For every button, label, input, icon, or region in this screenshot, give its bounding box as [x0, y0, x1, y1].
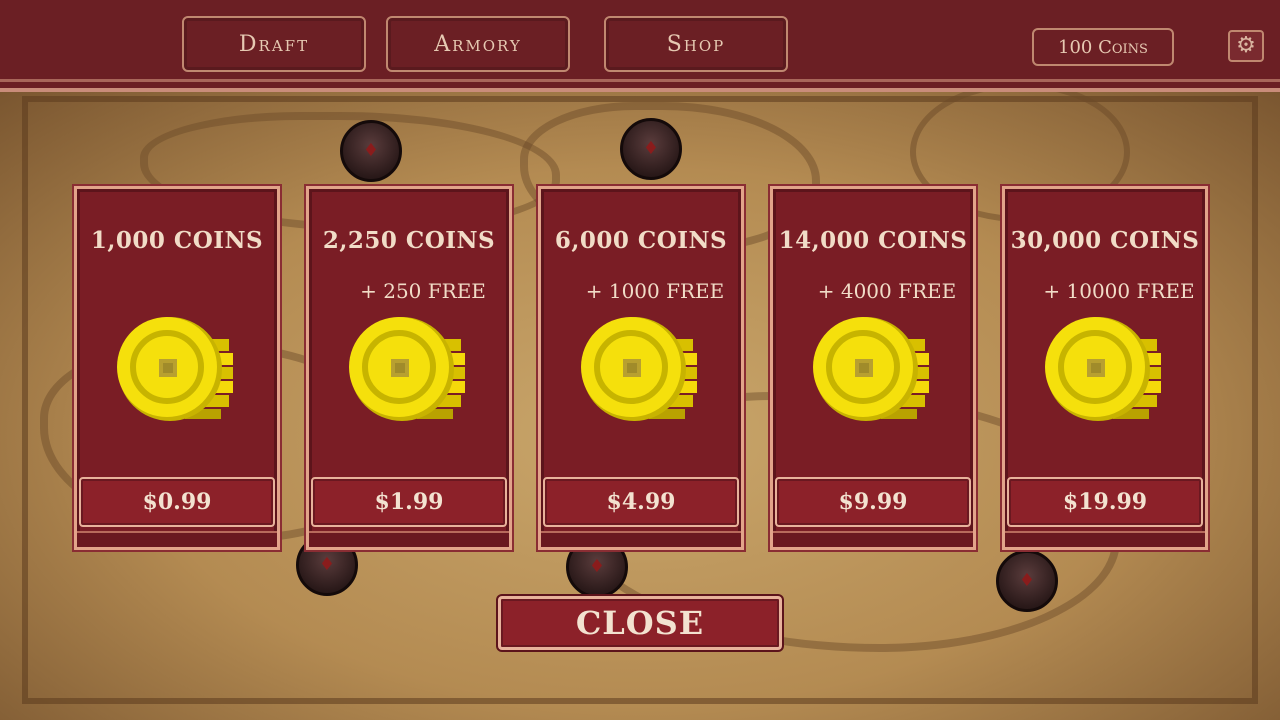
coin-stack-icon: [813, 317, 929, 421]
pack-title: 2,250 COINS: [322, 227, 496, 254]
locked-node-icon: ♦: [996, 550, 1058, 612]
buy-button[interactable]: $0.99: [79, 477, 275, 527]
buy-button[interactable]: $1.99: [311, 477, 507, 527]
coin-stack-icon: [117, 317, 233, 421]
coin-stack-icon: [1045, 317, 1161, 421]
buy-button[interactable]: $19.99: [1007, 477, 1203, 527]
coin-stack-icon: [349, 317, 465, 421]
locked-node-icon: ♦: [340, 120, 402, 182]
pack-title: 14,000 COINS: [778, 227, 968, 254]
buy-button[interactable]: $9.99: [775, 477, 971, 527]
pack-bonus: + 10000 FREE: [1043, 279, 1195, 303]
pack-bonus: + 4000 FREE: [817, 279, 957, 303]
pack-title: 1,000 COINS: [90, 227, 264, 254]
coin-pack-card: 1,000 COINS $0.99: [74, 186, 280, 550]
tab-armory[interactable]: Armory: [386, 16, 570, 72]
top-nav-bar: Draft Armory Shop 100 Coins ⚙: [0, 0, 1280, 92]
close-button[interactable]: CLOSE: [498, 596, 782, 650]
locked-node-icon: ♦: [620, 118, 682, 180]
coin-pack-card: 14,000 COINS + 4000 FREE $9.99: [770, 186, 976, 550]
pack-bonus: + 250 FREE: [360, 279, 486, 303]
gear-icon[interactable]: ⚙: [1228, 30, 1264, 62]
coin-balance: 100 Coins: [1032, 28, 1174, 66]
pack-bonus: + 1000 FREE: [585, 279, 725, 303]
pack-title: 30,000 COINS: [1010, 227, 1200, 254]
pack-title: 6,000 COINS: [554, 227, 728, 254]
coin-stack-icon: [581, 317, 697, 421]
coin-pack-card: 6,000 COINS + 1000 FREE $4.99: [538, 186, 744, 550]
coin-pack-card: 2,250 COINS + 250 FREE $1.99: [306, 186, 512, 550]
tab-draft[interactable]: Draft: [182, 16, 366, 72]
tab-shop[interactable]: Shop: [604, 16, 788, 72]
coin-pack-card: 30,000 COINS + 10000 FREE $19.99: [1002, 186, 1208, 550]
game-screen: ♦ ♦ ♦ ♦ ♦ Draft Armory Shop 100 Coins ⚙ …: [0, 0, 1280, 720]
buy-button[interactable]: $4.99: [543, 477, 739, 527]
